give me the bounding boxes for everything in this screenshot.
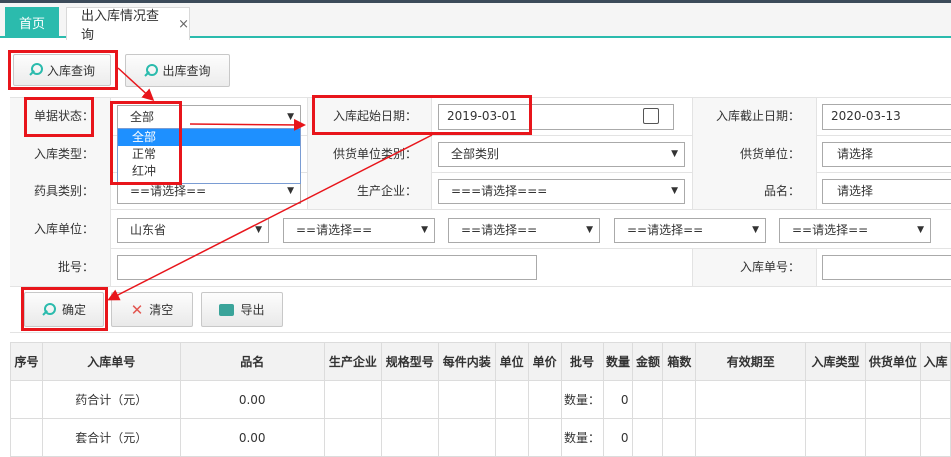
arrow — [189, 118, 306, 131]
arrow — [107, 134, 433, 301]
arrow — [117, 67, 155, 102]
annotation-arrows — [107, 67, 433, 301]
